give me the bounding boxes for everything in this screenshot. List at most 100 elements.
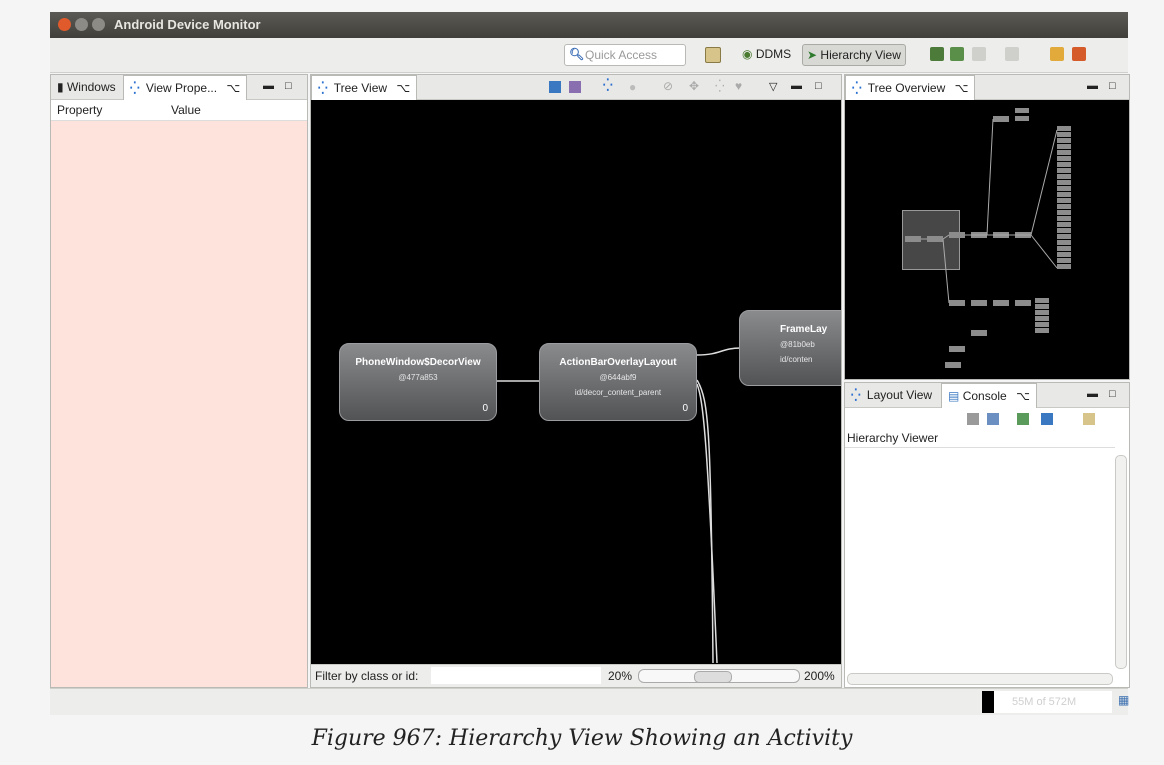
maximize-icon[interactable]: □ [285, 80, 292, 92]
console-output[interactable] [845, 447, 1115, 673]
console-tab-bar: ⁛ Layout View ▤ Console ⌥ ▬ □ [845, 383, 1129, 408]
tab-tree-view[interactable]: ⁛ Tree View ⌥ [311, 75, 418, 100]
node-hash: @477a853 [398, 373, 438, 382]
horizontal-scrollbar[interactable] [847, 673, 1113, 685]
tree-view-pane: ⁛ Tree View ⌥ ⁛ ● ⊘ ✥ ⁛ ♥ ▽ ▬ □ PhoneWin… [310, 74, 842, 688]
heap-status[interactable]: 55M of 572M [994, 691, 1112, 713]
zoom-slider-thumb[interactable] [694, 671, 732, 683]
view-tree-icon: ⁛ [130, 81, 140, 95]
node-hash: @81b0eb [780, 340, 815, 349]
tree-canvas[interactable]: PhoneWindow$DecorView @477a853 0 ActionB… [311, 100, 841, 665]
overview-connector [1030, 129, 1058, 236]
zoom-min-label: 20% [608, 669, 633, 683]
overview-node [1057, 144, 1071, 149]
profile-nodes-icon: ♥ [735, 79, 743, 93]
tree-overview-canvas[interactable] [845, 100, 1129, 379]
tab-tree-overview[interactable]: ⁛ Tree Overview ⌥ [845, 75, 976, 100]
close-tab-icon[interactable]: ⌥ [1016, 389, 1030, 403]
property-table-body[interactable] [51, 121, 307, 687]
overview-node [1057, 264, 1071, 269]
tab-console[interactable]: ▤ Console ⌥ [941, 383, 1037, 408]
overview-node [1057, 138, 1071, 143]
tab-windows[interactable]: ▮ Windows [51, 75, 122, 99]
overview-node [1057, 174, 1071, 179]
maximize-icon[interactable]: □ [1109, 80, 1116, 92]
minimize-icon[interactable]: ▬ [791, 80, 802, 92]
heap-used-bar [982, 691, 994, 713]
node-count: 0 [682, 403, 688, 414]
tree-node[interactable]: PhoneWindow$DecorView @477a853 0 [339, 343, 497, 421]
tree-node[interactable]: FrameLay @81b0eb id/conten [739, 310, 841, 386]
phone-icon: ▮ [57, 80, 64, 94]
minimize-icon[interactable]: ▬ [1087, 388, 1098, 400]
column-property[interactable]: Property [57, 103, 102, 117]
search-tool-icon[interactable] [1072, 47, 1086, 61]
load-hierarchy-icon[interactable]: ⁛ [603, 78, 613, 92]
display-console-icon[interactable] [1041, 413, 1053, 425]
overview-node [1057, 132, 1071, 137]
quick-access-input[interactable]: 🔍︎ Quick Access [564, 44, 686, 66]
view-properties-pane: ▮ Windows ⁛ View Prope... ⌥ ▬ □ Property… [50, 74, 308, 688]
overview-node [949, 300, 965, 306]
overview-node [1057, 210, 1071, 215]
close-tab-icon[interactable]: ⌥ [396, 81, 410, 95]
save-tree-icon[interactable] [549, 81, 561, 93]
overview-node [1015, 116, 1029, 121]
tree-overview-tab-bar: ⁛ Tree Overview ⌥ ▬ □ [845, 75, 1129, 100]
connector-line [696, 347, 742, 356]
view-tree-icon: ⁛ [318, 81, 328, 95]
ddms-icon: ◉ [742, 47, 753, 61]
maximize-icon[interactable]: □ [815, 80, 822, 92]
overview-node [945, 362, 961, 368]
overview-node [927, 236, 943, 242]
scroll-lock-icon[interactable] [967, 413, 979, 425]
tab-layout-view[interactable]: ⁛ Layout View [845, 383, 938, 407]
tab-tree-overview-label: Tree Overview [867, 81, 946, 95]
minimize-icon[interactable]: ▬ [263, 80, 274, 92]
overview-node [1057, 258, 1071, 263]
view-menu-icon[interactable]: ▽ [769, 80, 777, 93]
device-icon[interactable] [930, 47, 944, 61]
tree-node[interactable]: ActionBarOverlayLayout @644abf9 id/decor… [539, 343, 697, 421]
zoom-max-label: 200% [804, 669, 835, 683]
maximize-window-button[interactable] [92, 18, 105, 31]
open-console-icon[interactable] [1083, 413, 1095, 425]
minimize-window-button[interactable] [75, 18, 88, 31]
console-toolbar [845, 408, 1129, 430]
pin-console-icon[interactable] [1017, 413, 1029, 425]
minimize-icon[interactable]: ▬ [1087, 80, 1098, 92]
overview-node [1035, 298, 1049, 303]
overview-node [1057, 222, 1071, 227]
pin-icon[interactable] [1050, 47, 1064, 61]
capture-layers-icon[interactable] [569, 81, 581, 93]
close-tab-icon[interactable]: ⌥ [955, 81, 969, 95]
clear-console-icon[interactable] [987, 413, 999, 425]
close-tab-icon[interactable]: ⌥ [226, 81, 240, 95]
trash-icon[interactable]: ▦ [1118, 693, 1129, 707]
overview-node [1057, 216, 1071, 221]
column-value[interactable]: Value [171, 103, 201, 117]
ddms-perspective-button[interactable]: ◉ DDMS [738, 44, 795, 64]
tree-overview-pane: ⁛ Tree Overview ⌥ ▬ □ [844, 74, 1130, 380]
overview-node [1035, 310, 1049, 315]
console-icon: ▤ [948, 389, 960, 403]
maximize-icon[interactable]: □ [1109, 388, 1116, 400]
dump-display-list-icon: ⁛ [715, 79, 725, 93]
open-perspective-icon[interactable] [705, 47, 721, 63]
node-name: PhoneWindow$DecorView [355, 357, 481, 368]
close-window-button[interactable] [58, 18, 71, 31]
node-hash: @644abf9 [599, 373, 637, 382]
filter-input[interactable] [431, 667, 601, 684]
overview-node [993, 300, 1009, 306]
tab-view-properties[interactable]: ⁛ View Prope... ⌥ [123, 75, 248, 100]
property-table-header: Property Value [51, 100, 307, 121]
overview-node [1057, 186, 1071, 191]
zoom-slider[interactable] [638, 669, 800, 683]
overview-node [1057, 168, 1071, 173]
hierarchy-view-label: Hierarchy View [820, 48, 901, 62]
vertical-scrollbar[interactable] [1115, 455, 1127, 669]
hierarchy-view-perspective-button[interactable]: ➤ Hierarchy View [802, 44, 906, 66]
hierarchy-view-icon: ➤ [807, 48, 818, 62]
filter-bar: Filter by class or id: 20% 200% [311, 664, 841, 687]
screenshot-icon[interactable] [950, 47, 964, 61]
